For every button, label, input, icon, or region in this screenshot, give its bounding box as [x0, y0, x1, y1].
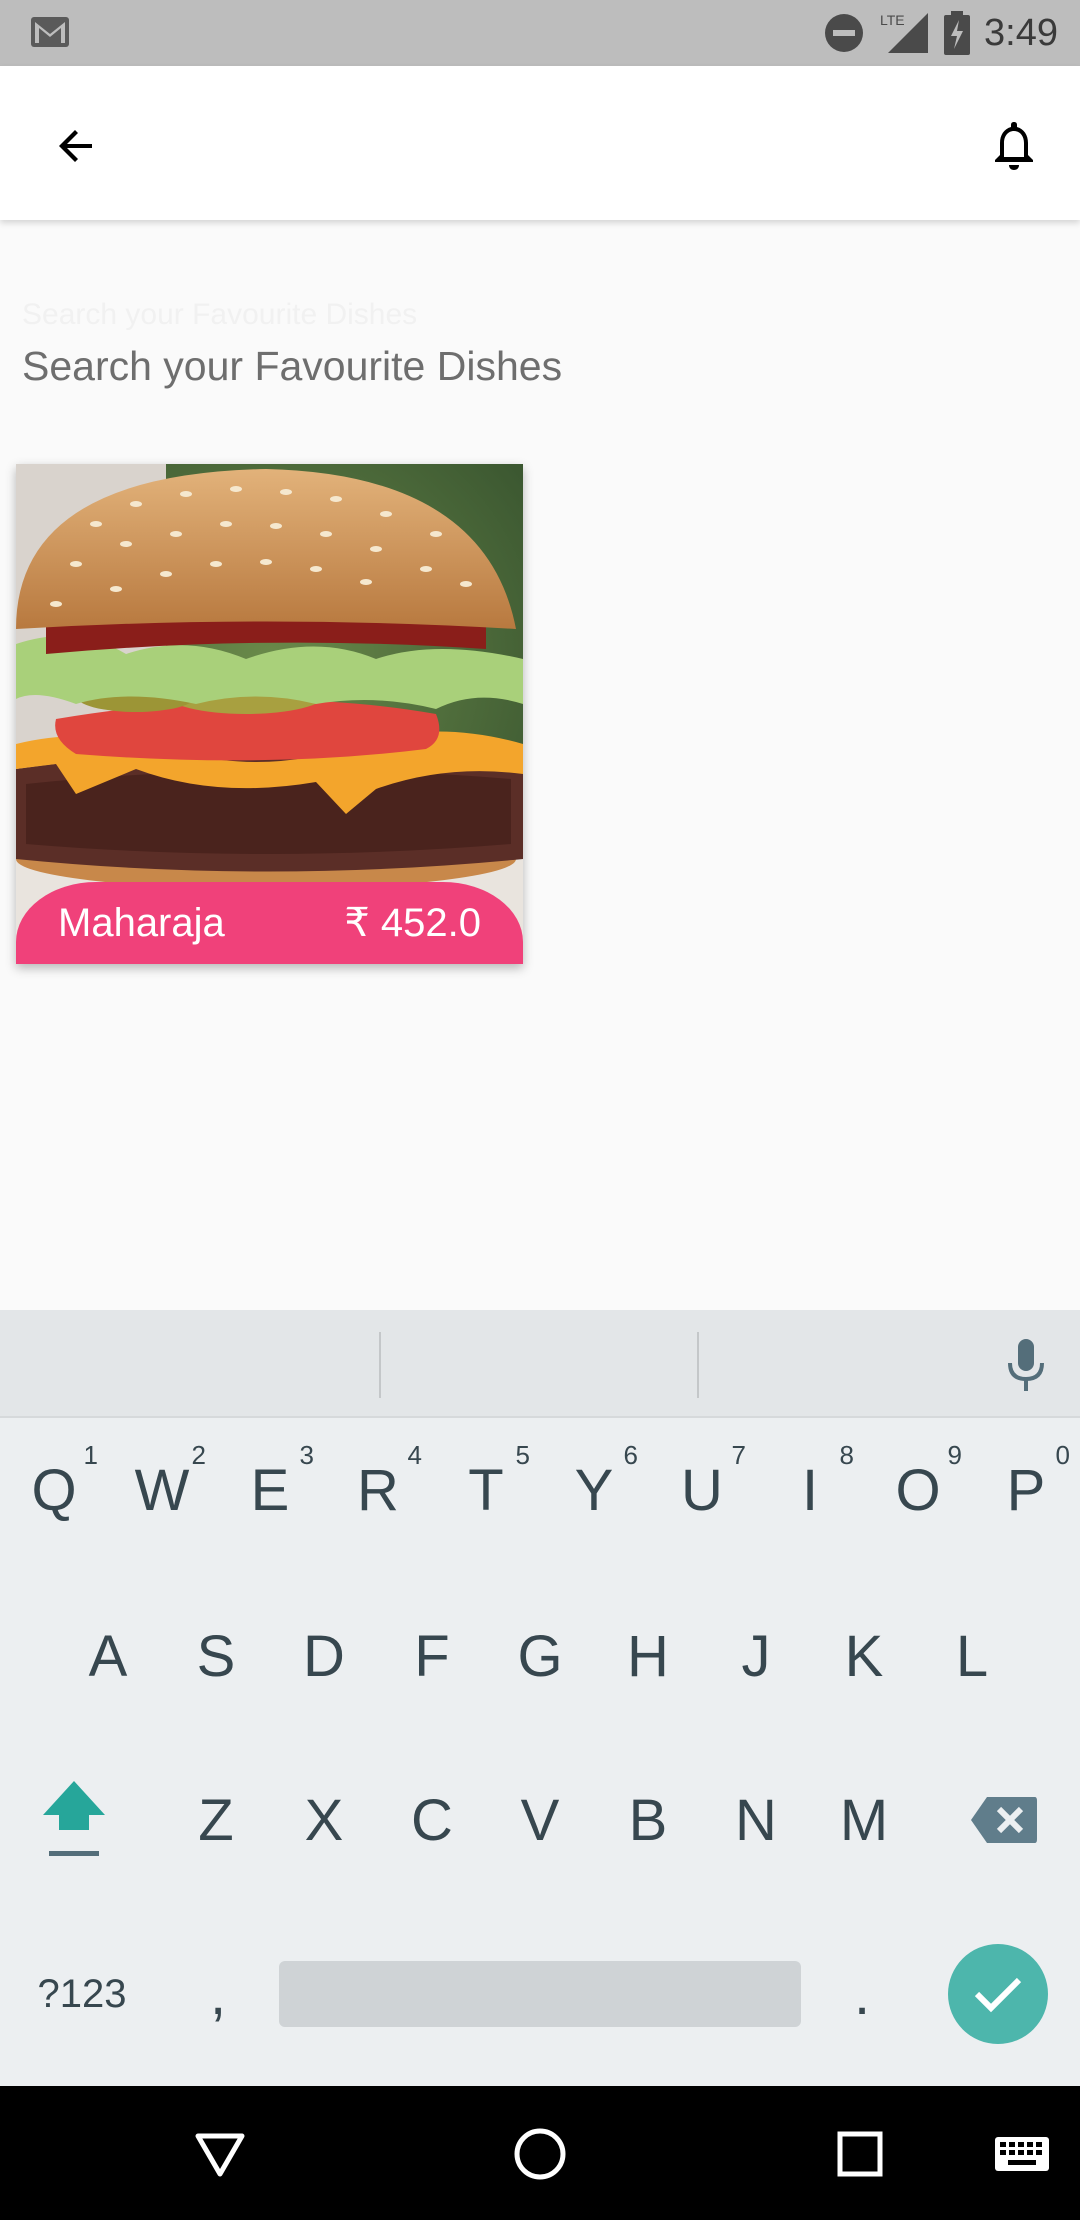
navigation-bar — [0, 2086, 1080, 2220]
backspace-key[interactable] — [954, 1760, 1054, 1880]
lte-signal-icon: LTE — [880, 12, 929, 53]
key-s[interactable]: S — [166, 1596, 266, 1716]
soft-keyboard: Q1 W2 E3 R4 T5 Y6 U7 I8 O9 P0 A S D F G … — [0, 1310, 1080, 2086]
key-f[interactable]: F — [382, 1596, 482, 1716]
battery-charging-icon — [944, 11, 971, 55]
dish-price: ₹ 452.0 — [344, 901, 481, 945]
suggestion-divider — [379, 1332, 381, 1398]
suggestion-divider — [697, 1332, 699, 1398]
suggestion-bar — [0, 1310, 1080, 1418]
symbols-key[interactable]: ?123 — [22, 1934, 142, 2054]
key-t[interactable]: T5 — [436, 1430, 536, 1550]
gmail-icon — [31, 17, 69, 47]
notification-button[interactable] — [978, 110, 1050, 182]
key-x[interactable]: X — [274, 1760, 374, 1880]
dish-footer: Maharaja ₹ 452.0 — [16, 882, 523, 964]
keyboard-icon — [995, 2137, 1049, 2171]
shift-icon — [43, 1781, 105, 1856]
key-e[interactable]: E3 — [220, 1430, 320, 1550]
key-g[interactable]: G — [490, 1596, 590, 1716]
key-k[interactable]: K — [814, 1596, 914, 1716]
key-y[interactable]: Y6 — [544, 1430, 644, 1550]
status-bar: LTE 3:49 — [0, 0, 1080, 66]
key-h[interactable]: H — [598, 1596, 698, 1716]
key-m[interactable]: M — [814, 1760, 914, 1880]
key-a[interactable]: A — [58, 1596, 158, 1716]
key-p[interactable]: P0 — [976, 1430, 1076, 1550]
key-j[interactable]: J — [706, 1596, 806, 1716]
period-key[interactable]: . — [812, 1934, 912, 2054]
nav-home-button[interactable] — [508, 2122, 572, 2186]
key-u[interactable]: U7 — [652, 1430, 752, 1550]
key-o[interactable]: O9 — [868, 1430, 968, 1550]
key-n[interactable]: N — [706, 1760, 806, 1880]
key-z[interactable]: Z — [166, 1760, 266, 1880]
key-v[interactable]: V — [490, 1760, 590, 1880]
key-c[interactable]: C — [382, 1760, 482, 1880]
app-bar — [0, 66, 1080, 220]
key-w[interactable]: W2 — [112, 1430, 212, 1550]
mic-icon — [1008, 1339, 1044, 1391]
search-input[interactable] — [22, 336, 1052, 396]
search-floating-label: Search your Favourite Dishes — [22, 298, 418, 331]
voice-input-button[interactable] — [996, 1332, 1056, 1398]
check-icon — [974, 1977, 1022, 2013]
key-b[interactable]: B — [598, 1760, 698, 1880]
key-q[interactable]: Q1 — [4, 1430, 104, 1550]
arrow-left-icon — [59, 130, 92, 162]
space-key[interactable] — [279, 1961, 801, 2027]
keyboard-switch-button[interactable] — [990, 2122, 1054, 2186]
shift-key[interactable] — [24, 1760, 124, 1880]
triangle-back-icon — [195, 2133, 245, 2177]
dish-name: Maharaja — [58, 900, 225, 945]
back-button[interactable] — [40, 110, 112, 182]
key-r[interactable]: R4 — [328, 1430, 428, 1550]
key-d[interactable]: D — [274, 1596, 374, 1716]
nav-recents-button[interactable] — [828, 2122, 892, 2186]
dish-card[interactable]: Maharaja ₹ 452.0 — [16, 464, 523, 964]
backspace-icon — [971, 1797, 1037, 1843]
square-recents-icon — [837, 2131, 883, 2177]
dnd-icon — [825, 14, 864, 52]
key-i[interactable]: I8 — [760, 1430, 860, 1550]
circle-home-icon — [514, 2128, 566, 2180]
bell-icon — [995, 122, 1033, 170]
svg-text:LTE: LTE — [880, 12, 905, 28]
nav-back-button[interactable] — [188, 2122, 252, 2186]
key-l[interactable]: L — [922, 1596, 1022, 1716]
comma-key[interactable]: , — [168, 1934, 268, 2054]
clock: 3:49 — [984, 11, 1058, 54]
done-key[interactable] — [948, 1944, 1048, 2044]
